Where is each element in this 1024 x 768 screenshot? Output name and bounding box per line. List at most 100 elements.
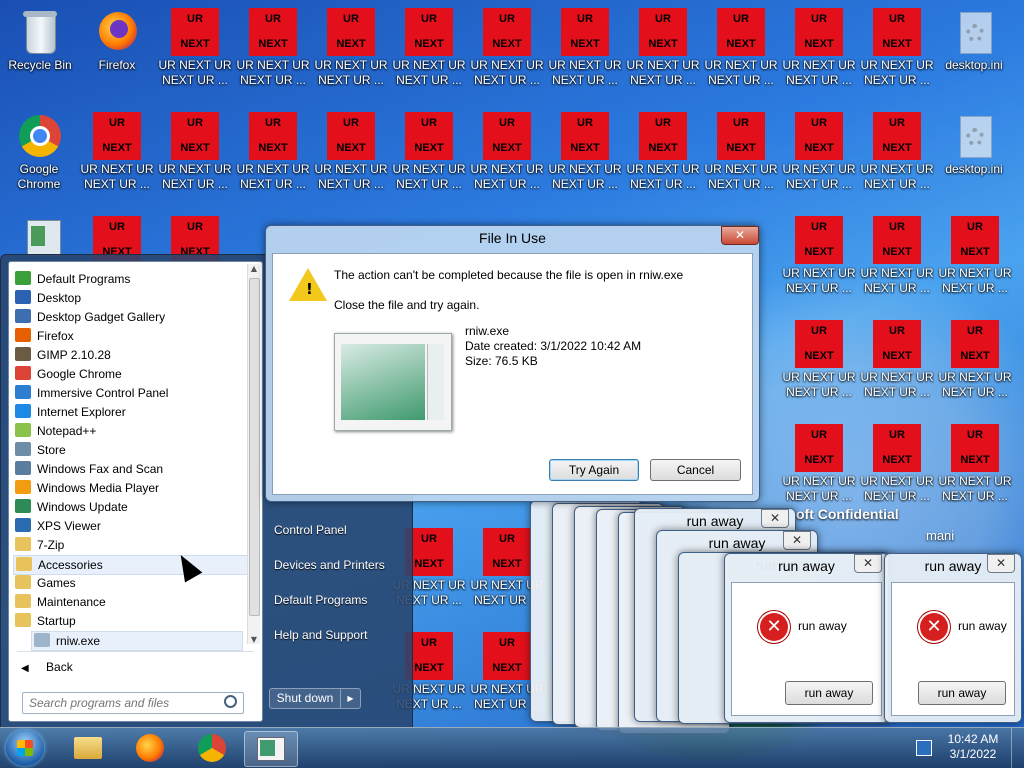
program-item[interactable]: Default Programs: [13, 270, 247, 288]
ur-next-icon[interactable]: UR NEXT: [873, 216, 921, 264]
ur-next-icon[interactable]: UR NEXT: [249, 112, 297, 160]
program-item-rniw[interactable]: rniw.exe: [31, 631, 243, 651]
close-button[interactable]: ✕: [854, 554, 882, 573]
ur-next-icon[interactable]: UR NEXT: [327, 8, 375, 56]
start-right-item[interactable]: Default Programs: [274, 593, 367, 607]
taskbar-chrome-button[interactable]: [186, 731, 238, 765]
scroll-down-icon[interactable]: ▼: [248, 635, 260, 644]
ur-next-icon[interactable]: UR NEXT: [795, 424, 843, 472]
ur-next-icon[interactable]: UR NEXT: [405, 8, 453, 56]
ur-next-icon[interactable]: UR NEXT: [951, 424, 999, 472]
ur-next-icon[interactable]: UR NEXT: [171, 112, 219, 160]
program-item[interactable]: Store: [13, 441, 247, 459]
ur-next-icon[interactable]: UR NEXT: [483, 8, 531, 56]
program-item[interactable]: Maintenance: [13, 593, 247, 611]
program-item[interactable]: Notepad++: [13, 422, 247, 440]
program-label: Default Programs: [37, 272, 131, 286]
ur-label-line1: UR NEXT UR: [470, 58, 544, 72]
ur-next-icon[interactable]: UR NEXT: [561, 112, 609, 160]
ur-next-icon[interactable]: UR NEXT: [795, 8, 843, 56]
taskbar-firefox-button[interactable]: [124, 731, 176, 765]
run-away-button[interactable]: run away: [918, 681, 1006, 705]
program-item[interactable]: Accessories: [13, 555, 249, 575]
close-button[interactable]: ✕: [783, 531, 811, 550]
desktop-icon-firefox[interactable]: Firefox: [79, 8, 155, 73]
ur-next-icon[interactable]: UR NEXT: [873, 320, 921, 368]
ur-label-line2: NEXT UR ...: [396, 177, 462, 191]
program-item[interactable]: XPS Viewer: [13, 517, 247, 535]
ur-next-icon[interactable]: UR NEXT: [951, 320, 999, 368]
network-icon[interactable]: [916, 740, 932, 756]
ur-next-icon[interactable]: UR NEXT: [249, 8, 297, 56]
desktop-icon-desktop-ini-2[interactable]: desktop.ini: [936, 112, 1012, 177]
ur-next-icon[interactable]: UR NEXT: [873, 8, 921, 56]
desktop-icon-recycle-bin[interactable]: Recycle Bin: [2, 8, 78, 73]
ur-next-icon[interactable]: UR NEXT: [483, 632, 531, 680]
program-icon: [15, 442, 31, 456]
start-right-item[interactable]: Control Panel: [274, 523, 347, 537]
program-item[interactable]: Desktop Gadget Gallery: [13, 308, 247, 326]
program-label: Desktop Gadget Gallery: [37, 310, 166, 324]
search-input[interactable]: [27, 694, 216, 712]
ur-next-icon[interactable]: UR NEXT: [873, 424, 921, 472]
taskbar-explorer-button[interactable]: [62, 731, 114, 765]
close-button[interactable]: ✕: [721, 226, 759, 245]
program-item[interactable]: Desktop: [13, 289, 247, 307]
taskbar-rniw-button[interactable]: [244, 731, 298, 767]
clock[interactable]: 10:42 AM 3/1/2022: [944, 732, 1002, 762]
start-button[interactable]: [6, 730, 44, 766]
ur-next-icon[interactable]: UR NEXT: [93, 112, 141, 160]
ur-next-icon[interactable]: UR NEXT: [405, 112, 453, 160]
ur-next-icon[interactable]: UR NEXT: [483, 112, 531, 160]
ur-next-icon[interactable]: UR NEXT: [717, 8, 765, 56]
program-item[interactable]: Windows Media Player: [13, 479, 247, 497]
program-item[interactable]: 7-Zip: [13, 536, 247, 554]
close-button[interactable]: ✕: [761, 509, 789, 528]
ur-next-icon[interactable]: UR NEXT: [483, 528, 531, 576]
desktop-icon-desktop-ini-1[interactable]: desktop.ini: [936, 8, 1012, 73]
ur-icon-top-text: UR: [109, 221, 125, 233]
program-item[interactable]: Immersive Control Panel: [13, 384, 247, 402]
shutdown-button[interactable]: Shut down: [269, 688, 341, 709]
search-box[interactable]: [22, 692, 244, 714]
program-item[interactable]: Google Chrome: [13, 365, 247, 383]
folder-icon: [74, 737, 102, 759]
ur-next-icon[interactable]: UR NEXT: [795, 320, 843, 368]
program-item[interactable]: Windows Update: [13, 498, 247, 516]
start-right-item[interactable]: Help and Support: [274, 628, 367, 642]
ur-next-icon[interactable]: UR NEXT: [873, 112, 921, 160]
program-item[interactable]: GIMP 2.10.28: [13, 346, 247, 364]
ur-next-icon[interactable]: UR NEXT: [639, 112, 687, 160]
ur-icon-bottom-text: NEXT: [258, 142, 288, 154]
ur-next-icon[interactable]: UR NEXT: [795, 216, 843, 264]
show-desktop-button[interactable]: [1011, 728, 1024, 768]
desktop-icon-google-chrome[interactable]: Google Chrome: [1, 112, 77, 192]
ur-next-icon[interactable]: UR NEXT: [795, 112, 843, 160]
start-right-item[interactable]: Devices and Printers: [274, 558, 385, 572]
program-item[interactable]: Startup: [13, 612, 247, 630]
ur-icon-top-text: UR: [421, 117, 437, 129]
ur-next-icon[interactable]: UR NEXT: [639, 8, 687, 56]
close-button[interactable]: ✕: [987, 554, 1015, 573]
ur-next-icon[interactable]: UR NEXT: [717, 112, 765, 160]
ur-next-icon[interactable]: UR NEXT: [171, 8, 219, 56]
back-button[interactable]: ◀ Back: [17, 658, 197, 676]
run-away-button[interactable]: run away: [785, 681, 873, 705]
program-item[interactable]: Internet Explorer: [13, 403, 247, 421]
ur-next-icon[interactable]: UR NEXT: [951, 216, 999, 264]
program-item[interactable]: Firefox: [13, 327, 247, 345]
program-item[interactable]: Games: [13, 574, 247, 592]
try-again-button[interactable]: Try Again: [549, 459, 639, 481]
scroll-up-icon[interactable]: ▲: [248, 264, 260, 273]
ur-next-icon[interactable]: UR NEXT: [327, 112, 375, 160]
ur-next-icon[interactable]: UR NEXT: [561, 8, 609, 56]
shutdown-options-button[interactable]: ▶: [340, 688, 361, 709]
scrollbar[interactable]: ▲ ▼: [247, 264, 260, 644]
program-item[interactable]: Windows Fax and Scan: [13, 460, 247, 478]
ur-icon-top-text: UR: [577, 13, 593, 25]
ur-label-line2: NEXT UR ...: [786, 177, 852, 191]
cancel-button[interactable]: Cancel: [650, 459, 741, 481]
scroll-thumb[interactable]: [249, 278, 260, 616]
ur-icon-bottom-text: NEXT: [258, 38, 288, 50]
settings-file-icon: [950, 8, 998, 56]
